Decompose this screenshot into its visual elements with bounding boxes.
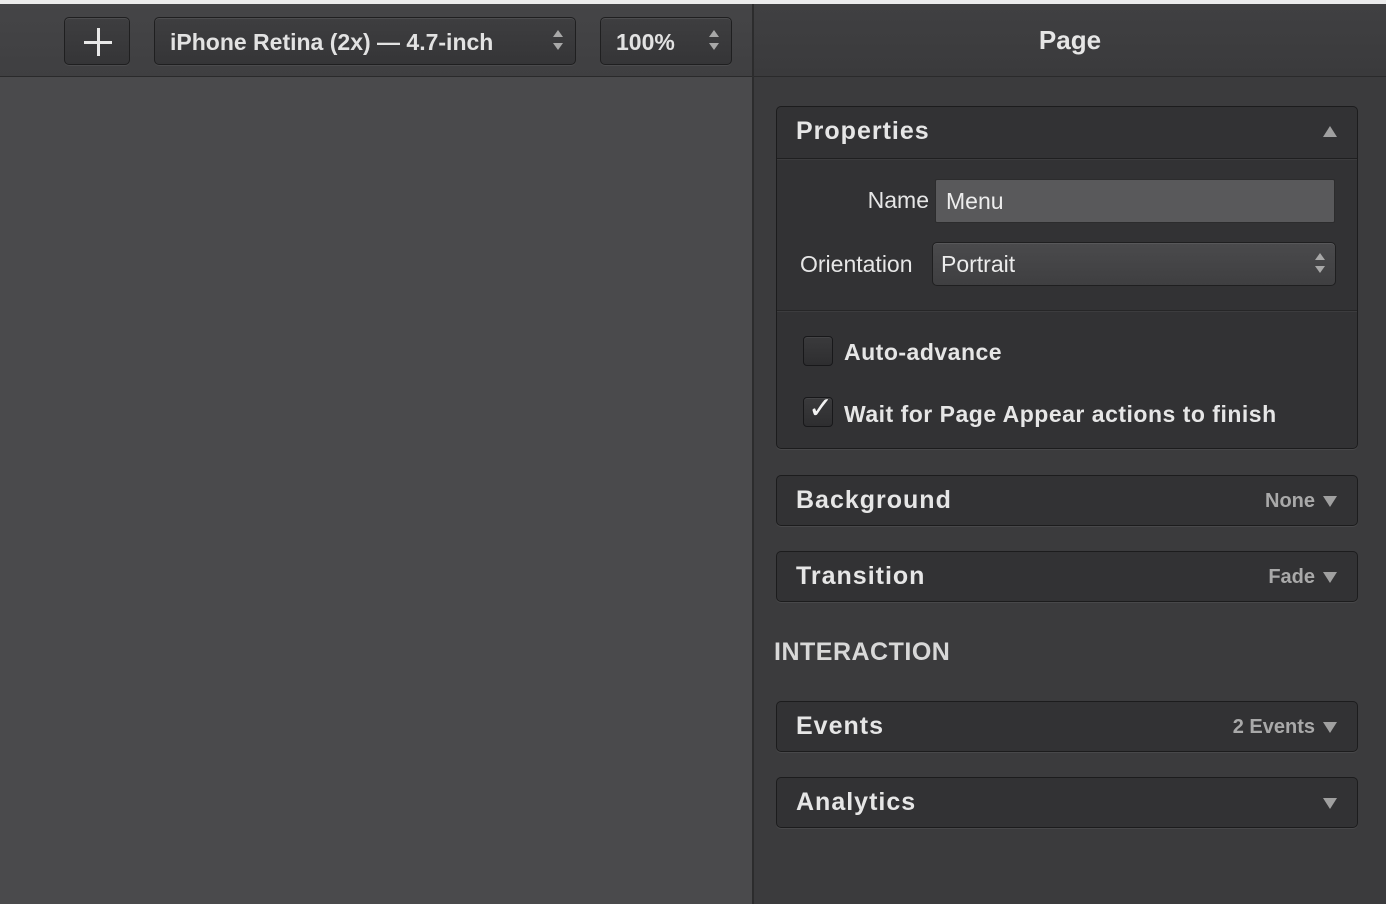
events-value: 2 Events bbox=[1232, 716, 1315, 738]
interaction-heading: INTERACTION bbox=[774, 638, 951, 666]
orientation-select-value: Portrait bbox=[941, 251, 1016, 277]
wait-for-page-appear-checkbox[interactable]: ✓ bbox=[803, 392, 833, 427]
device-select-value: iPhone Retina (2x) — 4.7-inch bbox=[170, 29, 494, 55]
orientation-label: Orientation bbox=[800, 251, 913, 277]
analytics-title: Analytics bbox=[796, 788, 917, 816]
events-header[interactable]: Events 2 Events bbox=[777, 702, 1357, 753]
properties-panel: Properties Name Menu Orientation Portrai… bbox=[776, 106, 1358, 449]
canvas-area[interactable] bbox=[0, 78, 752, 904]
transition-title: Transition bbox=[796, 562, 926, 590]
transition-value: Fade bbox=[1268, 566, 1315, 588]
divider bbox=[777, 158, 1357, 159]
background-panel[interactable]: Background None bbox=[776, 475, 1358, 526]
chevron-updown-icon bbox=[553, 30, 563, 54]
expand-triangle-icon[interactable] bbox=[1323, 496, 1337, 507]
inspector-panel: Page Properties Name Menu Orientation Po… bbox=[754, 4, 1386, 904]
properties-title: Properties bbox=[796, 117, 930, 145]
orientation-select[interactable]: Portrait bbox=[932, 242, 1336, 286]
wait-for-page-appear-label[interactable]: Wait for Page Appear actions to finish bbox=[844, 401, 1277, 428]
zoom-select-value: 100% bbox=[616, 29, 675, 55]
background-value: None bbox=[1265, 490, 1315, 512]
chevron-updown-icon bbox=[1315, 253, 1325, 277]
transition-panel[interactable]: Transition Fade bbox=[776, 551, 1358, 602]
background-header[interactable]: Background None bbox=[777, 476, 1357, 527]
transition-header[interactable]: Transition Fade bbox=[777, 552, 1357, 603]
events-title: Events bbox=[796, 712, 884, 740]
expand-triangle-icon[interactable] bbox=[1323, 572, 1337, 583]
toolbar: iPhone Retina (2x) — 4.7-inch 100% bbox=[0, 4, 752, 77]
inspector-title: Page bbox=[1038, 25, 1102, 55]
name-field[interactable]: Menu bbox=[935, 179, 1335, 223]
background-title: Background bbox=[796, 486, 952, 514]
name-label: Name bbox=[867, 187, 929, 213]
auto-advance-checkbox[interactable] bbox=[803, 336, 833, 366]
checkmark-icon: ✓ bbox=[808, 392, 834, 425]
zoom-select[interactable]: 100% bbox=[600, 17, 732, 65]
collapse-triangle-icon[interactable] bbox=[1323, 126, 1337, 137]
expand-triangle-icon[interactable] bbox=[1323, 722, 1337, 733]
events-panel[interactable]: Events 2 Events bbox=[776, 701, 1358, 752]
divider bbox=[777, 310, 1357, 311]
auto-advance-label[interactable]: Auto-advance bbox=[844, 339, 1002, 366]
inspector-header: Page bbox=[754, 4, 1386, 77]
device-select[interactable]: iPhone Retina (2x) — 4.7-inch bbox=[154, 17, 576, 65]
properties-header[interactable]: Properties bbox=[777, 107, 1357, 158]
add-page-button[interactable] bbox=[64, 17, 130, 65]
expand-triangle-icon[interactable] bbox=[1323, 798, 1337, 809]
chevron-updown-icon bbox=[709, 30, 719, 54]
analytics-panel[interactable]: Analytics bbox=[776, 777, 1358, 828]
analytics-header[interactable]: Analytics bbox=[777, 778, 1357, 829]
